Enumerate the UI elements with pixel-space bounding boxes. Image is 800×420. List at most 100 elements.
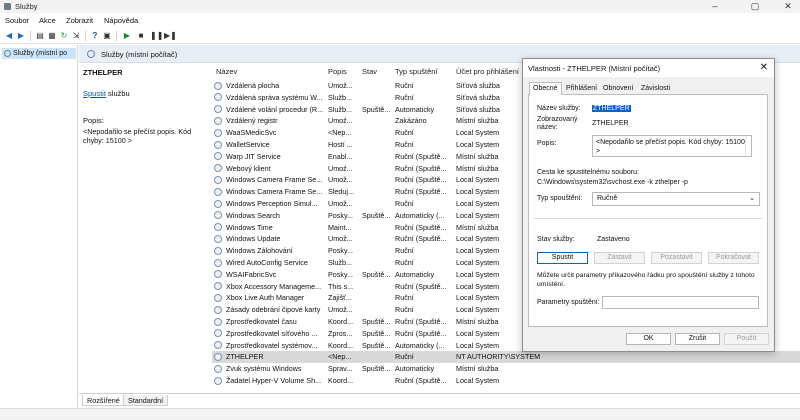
column-header-description[interactable]: Popis — [328, 67, 347, 76]
service-description-cell: This s... — [328, 281, 354, 291]
cancel-button[interactable]: Zrušit — [675, 333, 720, 345]
resume-button[interactable]: Pokračovat — [708, 252, 759, 264]
service-description-cell: Umož... — [328, 116, 353, 126]
dialog-close-button[interactable]: ✕ — [760, 62, 768, 73]
service-startup-cell: Ruční (Spuště... — [395, 328, 447, 338]
pause-button[interactable]: Pozastavit — [651, 252, 702, 264]
export-icon[interactable]: ⇲ — [71, 31, 81, 41]
apply-button[interactable]: Použít — [724, 333, 769, 345]
tab-logon[interactable]: Přihlášení — [563, 83, 600, 95]
service-gear-icon — [214, 341, 222, 350]
service-account-cell: NT AUTHORITY\SYSTEM — [456, 352, 541, 362]
stop-button[interactable]: Zastavit — [594, 252, 645, 264]
menu-zobrazit[interactable]: Zobrazit — [66, 16, 93, 25]
service-startup-cell: Ruční — [395, 246, 414, 256]
console-tree-icon[interactable]: ▤ — [35, 31, 45, 41]
service-startup-cell: Ruční (Spuště... — [395, 151, 447, 161]
service-description-cell: Služb... — [328, 104, 352, 114]
tab-extended[interactable]: Rozšířené — [82, 395, 125, 406]
service-startup-cell: Ruční (Spuště... — [395, 376, 447, 385]
service-status-label: Stav služby: — [537, 236, 575, 243]
service-name-value[interactable]: ZTHELPER — [592, 105, 631, 112]
forward-arrow-icon[interactable]: ▶ — [16, 31, 26, 41]
tab-dependencies[interactable]: Závislosti — [638, 83, 673, 95]
service-startup-cell: Ruční — [395, 81, 414, 90]
dialog-title: Vlastnosti - ZTHELPER (Místní počítač) — [528, 64, 661, 73]
startup-type-value: Ručně — [597, 195, 618, 202]
service-description-cell: <Nep... — [328, 128, 352, 138]
tree-item-services-local[interactable]: Služby (místní po — [2, 48, 76, 59]
selected-service-name: ZTHELPER — [83, 68, 123, 77]
service-description-cell: Služb... — [328, 92, 352, 102]
help-icon[interactable]: ? — [90, 31, 100, 41]
restart-icon[interactable]: ▶❚ — [164, 31, 177, 41]
service-name-cell: Windows Search — [226, 210, 280, 220]
window-title: Služby — [15, 2, 38, 11]
service-gear-icon — [214, 116, 222, 125]
display-name-value[interactable]: ZTHELPER — [592, 120, 629, 127]
ok-button[interactable]: OK — [626, 333, 671, 345]
tab-general[interactable]: Obecné — [529, 82, 562, 96]
minimize-button[interactable]: – — [703, 0, 727, 13]
maximize-button[interactable]: ▢ — [743, 0, 767, 13]
play-icon[interactable]: ▶ — [122, 31, 132, 41]
column-header-logon-account[interactable]: Účet pro přihlášení — [456, 67, 519, 76]
stop-icon[interactable]: ■ — [136, 31, 146, 41]
service-name-cell: Vzdálená plocha — [226, 81, 280, 90]
column-header-startup-type[interactable]: Typ spuštění — [395, 67, 438, 76]
properties-icon[interactable]: ▦ — [47, 31, 57, 41]
menu-akce[interactable]: Akce — [39, 16, 56, 25]
service-gear-icon — [214, 258, 222, 267]
start-button[interactable]: Spustit — [537, 252, 588, 264]
service-startup-cell: Ruční — [395, 305, 414, 315]
service-description-cell: Maint... — [328, 222, 352, 232]
service-account-cell: Local System — [456, 376, 500, 385]
description-textbox[interactable]: <Nepodařilo se přečíst popis. Kód chyby:… — [592, 135, 752, 157]
service-name-cell: Žadatel Hyper-V Volume Sh... — [226, 376, 322, 385]
description-text: <Nepodařilo se přečíst popis. Kód chyby:… — [83, 127, 192, 145]
gear-icon — [87, 50, 95, 58]
table-row[interactable]: Žadatel Hyper-V Volume Sh... Koord... Ručn… — [212, 375, 800, 387]
tab-recovery[interactable]: Obnovení — [600, 83, 636, 95]
properties-dialog: Vlastnosti - ZTHELPER (Místní počítač) ✕… — [522, 58, 775, 352]
startup-type-select[interactable]: Ručně ⌄ — [592, 192, 760, 206]
service-status-cell: Spuště... — [362, 328, 391, 338]
service-startup-cell: Ruční — [395, 352, 414, 362]
refresh-icon[interactable]: ↻ — [59, 31, 69, 41]
column-header-status[interactable]: Stav — [362, 67, 377, 76]
column-header-name[interactable]: Název — [216, 67, 237, 76]
table-row[interactable]: Zvuk systému Windows Sprav... Spuště... Aut… — [212, 363, 800, 375]
service-startup-cell: Ruční (Spuště... — [395, 187, 447, 197]
description-label: Popis: — [83, 116, 104, 125]
close-window-button[interactable]: ✕ — [776, 0, 800, 13]
service-name-cell: Vzdálené volání procedur (R... — [226, 104, 324, 114]
menu-napoveda[interactable]: Nápověda — [104, 16, 138, 25]
table-row[interactable]: ZTHELPER <Nep... Ruční NT AUTHORITY\SYSTEM — [212, 351, 800, 364]
service-name-cell: Windows Camera Frame Se... — [226, 175, 323, 185]
start-parameters-label: Parametry spuštění: — [537, 299, 600, 306]
description-value: <Nepodařilo se přečíst popis. Kód chyby:… — [596, 139, 745, 155]
start-parameters-input[interactable] — [602, 296, 759, 309]
menu-bar: Soubor Akce Zobrazit Nápověda — [0, 13, 800, 27]
menu-soubor[interactable]: Soubor — [5, 16, 29, 25]
service-startup-cell: Ruční (Spuště... — [395, 281, 447, 291]
console-tree: Služby (místní po — [0, 45, 78, 410]
start-service-link[interactable]: Spustit — [83, 89, 106, 98]
service-name-cell: Windows Update — [226, 234, 281, 244]
window-titlebar: Služby – ▢ ✕ — [0, 0, 800, 13]
tab-standard[interactable]: Standardní — [123, 395, 169, 406]
back-arrow-icon[interactable]: ◀ — [4, 31, 14, 41]
pause-icon[interactable]: ❚❚ — [150, 31, 163, 41]
service-name-cell: Vzdálená správa systému W... — [226, 92, 323, 102]
description-label: Popis: — [537, 140, 557, 147]
show-action-pane-icon[interactable]: ▣ — [102, 31, 112, 41]
toolbar: ◀ ▶ ▤ ▦ ↻ ⇲ ? ▣ ▶ ■ ❚❚ ▶❚ — [0, 28, 800, 44]
service-description-cell: Umož... — [328, 199, 353, 208]
scrollbar[interactable] — [745, 136, 751, 156]
service-name-cell: Zvuk systému Windows — [226, 364, 302, 374]
pane-title: Služby (místní počítač) — [101, 50, 178, 59]
service-gear-icon — [214, 105, 222, 114]
service-startup-cell: Automaticky — [395, 104, 435, 114]
service-description-cell: Umož... — [328, 175, 353, 185]
dialog-tabs: Obecné Přihlášení Obnovení Závislosti — [528, 82, 768, 96]
